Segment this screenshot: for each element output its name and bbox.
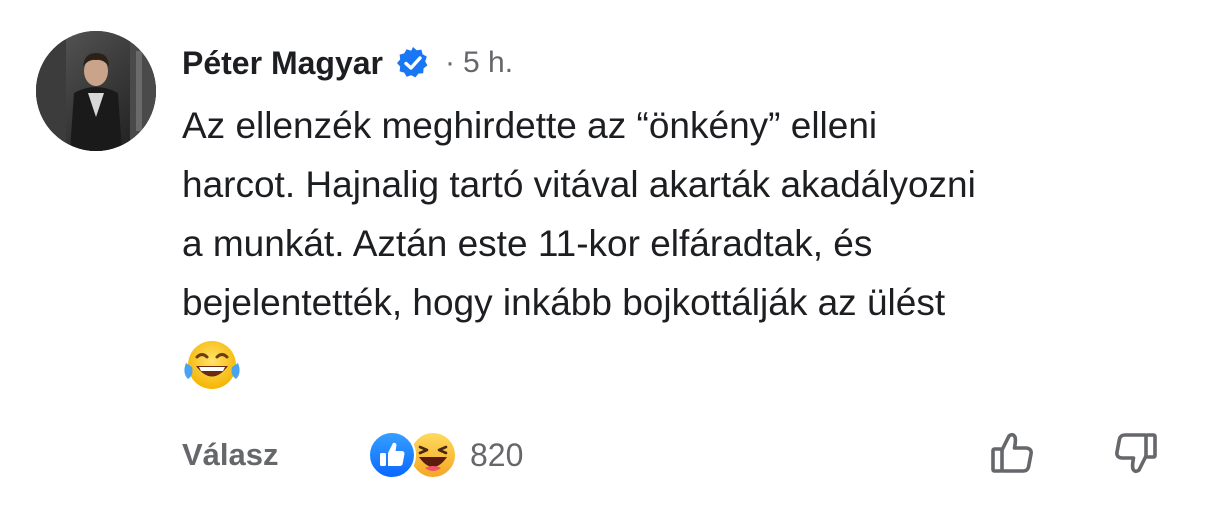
comment-text-line: Az ellenzék meghirdette az “önkény” elle… <box>182 105 878 146</box>
thumbs-down-icon[interactable] <box>1108 427 1160 479</box>
tears-of-joy-emoji-icon <box>182 337 242 393</box>
comment-text: Az ellenzék meghirdette az “önkény” elle… <box>182 96 1182 332</box>
verified-badge-icon <box>395 45 431 81</box>
reply-button[interactable]: Válasz <box>182 437 279 473</box>
reactions-summary[interactable]: 820 <box>368 429 523 481</box>
comment-text-line: bejelentették, hogy inkább bojkottálják … <box>182 282 946 323</box>
comment-timestamp[interactable]: 5 h. <box>463 46 513 80</box>
comment-text-line: harcot. Hajnalig tartó vitával akarták a… <box>182 164 976 205</box>
comment-header: Péter Magyar · 5 h. <box>182 38 513 88</box>
reaction-count: 820 <box>470 436 524 473</box>
header-separator: · <box>444 46 455 79</box>
comment-footer: Válasz 820 <box>0 425 1206 485</box>
thumbs-up-icon[interactable] <box>988 427 1040 479</box>
author-avatar[interactable] <box>36 31 156 151</box>
comment-text-line: a munkát. Aztán este 11-kor elfáradtak, … <box>182 223 873 264</box>
author-name[interactable]: Péter Magyar <box>182 45 383 82</box>
like-icon <box>368 431 416 479</box>
